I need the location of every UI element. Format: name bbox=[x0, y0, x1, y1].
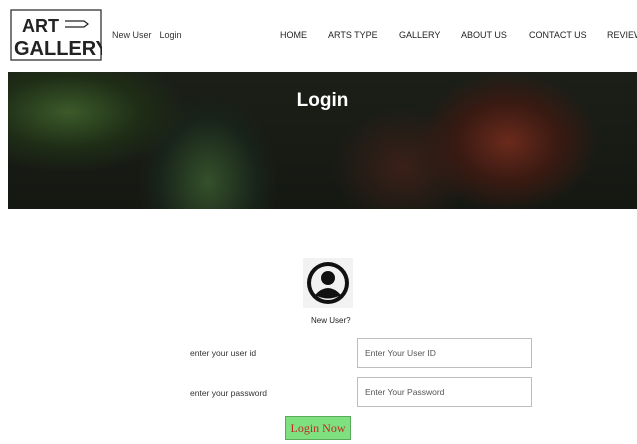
nav-home[interactable]: HOME bbox=[280, 30, 307, 40]
art-gallery-logo[interactable]: ART GALLERY bbox=[10, 9, 102, 61]
user-id-label: enter your user id bbox=[190, 348, 257, 358]
login-now-button[interactable]: Login Now bbox=[285, 416, 351, 440]
new-user-link[interactable]: New User bbox=[112, 30, 152, 40]
top-links: New User Login bbox=[112, 30, 182, 40]
user-id-input[interactable] bbox=[357, 338, 532, 368]
site-header: ART GALLERY New User Login HOME ARTS TYP… bbox=[0, 0, 637, 72]
nav-contact-us[interactable]: CONTACT US bbox=[529, 30, 587, 40]
login-link[interactable]: Login bbox=[160, 30, 182, 40]
nav-gallery[interactable]: GALLERY bbox=[399, 30, 440, 40]
password-label: enter your password bbox=[190, 388, 268, 398]
nav-arts-type[interactable]: ARTS TYPE bbox=[328, 30, 378, 40]
logo-line2: GALLERY bbox=[14, 38, 102, 60]
hero-banner: Login bbox=[8, 72, 637, 209]
nav-review[interactable]: REVIEW bbox=[607, 30, 637, 40]
user-avatar-icon bbox=[303, 258, 353, 308]
new-user-text[interactable]: New User? bbox=[311, 316, 351, 325]
page-title: Login bbox=[296, 90, 349, 111]
nav-about-us[interactable]: ABOUT US bbox=[461, 30, 507, 40]
logo-line1: ART bbox=[22, 16, 59, 36]
password-input[interactable] bbox=[357, 377, 532, 407]
